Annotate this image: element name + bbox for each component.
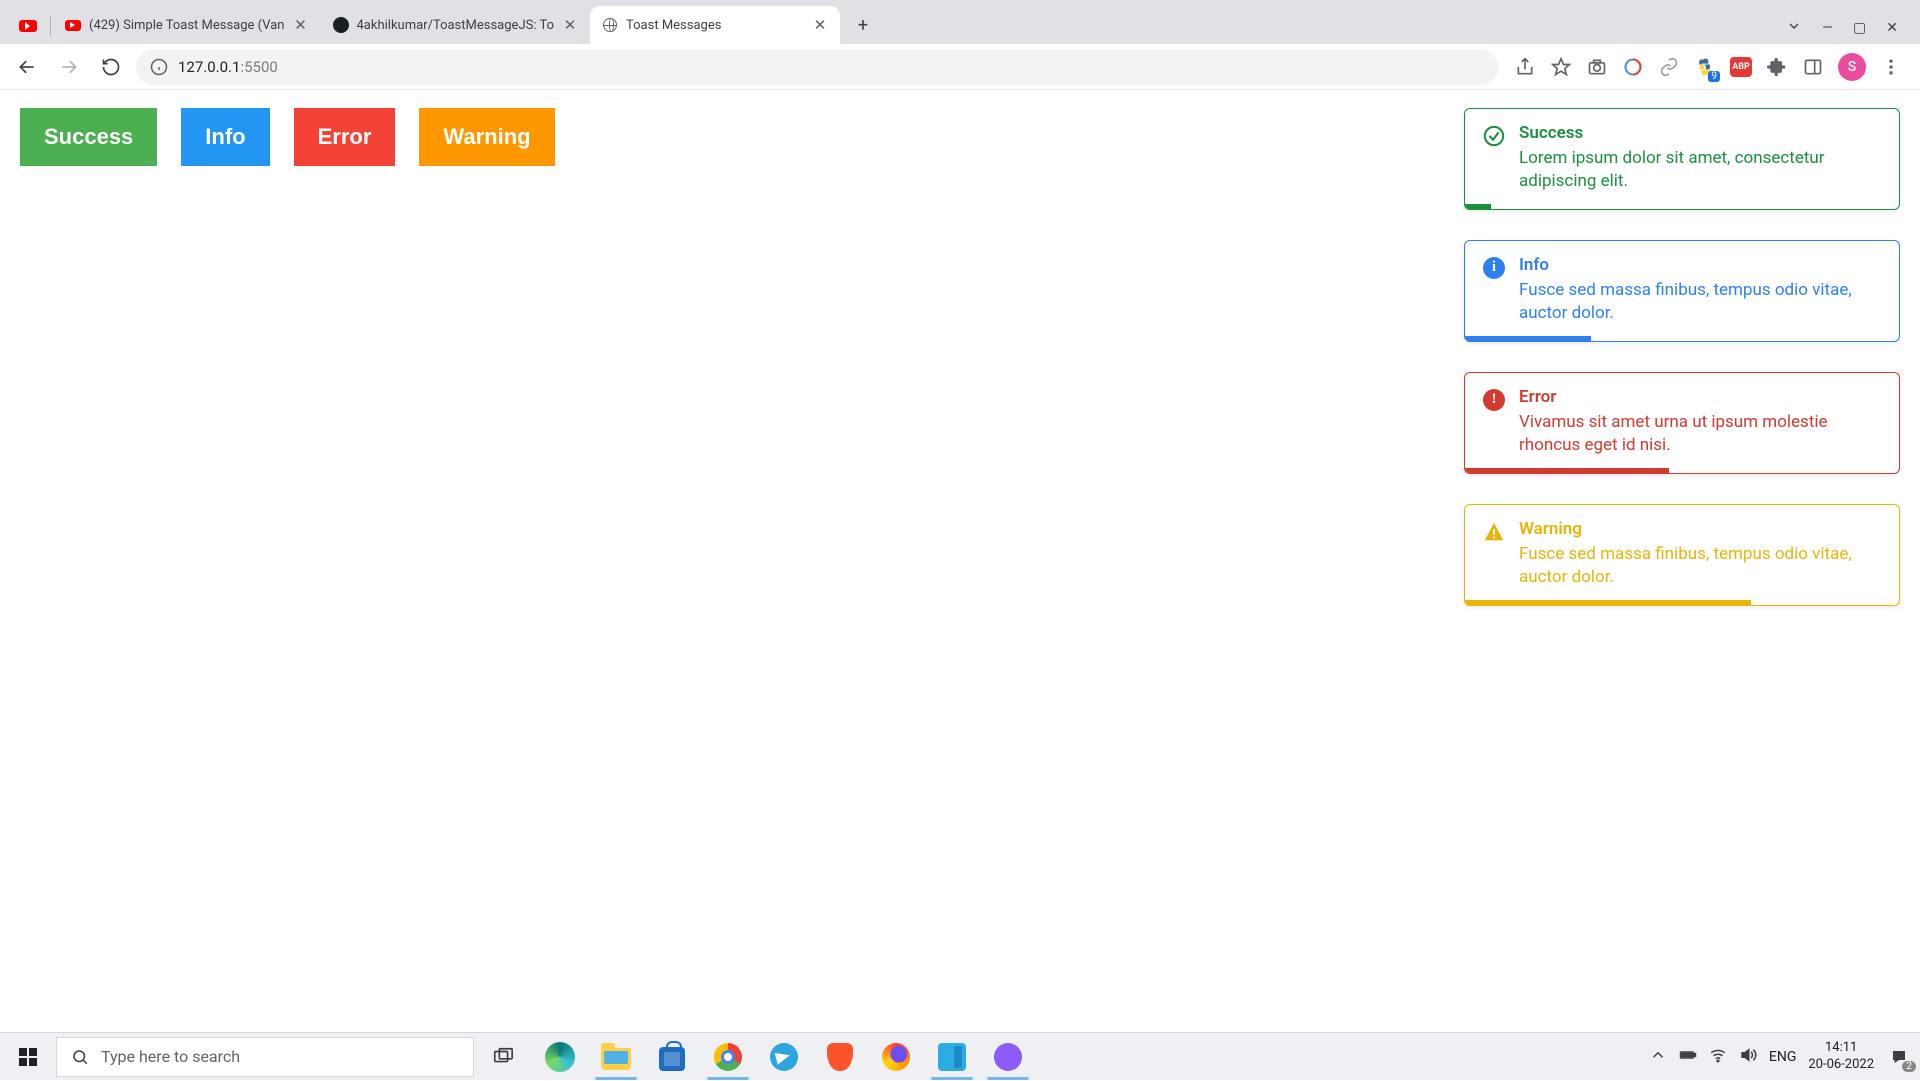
pinned-tab-youtube[interactable]: [8, 8, 48, 44]
toast-progress: [1465, 600, 1751, 605]
error-button[interactable]: Error: [294, 108, 396, 166]
toast-title: Warning: [1519, 519, 1881, 539]
app-brave[interactable]: [816, 1033, 864, 1081]
notification-badge: 2: [1902, 1061, 1916, 1072]
error-icon: !: [1483, 389, 1505, 411]
extension-tray: 9 ABP S: [1506, 53, 1910, 81]
toast-message: Lorem ipsum dolor sit amet, consecte­tur…: [1519, 147, 1881, 193]
toast-message: Vivamus sit amet urna ut ipsum mo­lestie…: [1519, 411, 1881, 457]
tab-github-toastmessagejs[interactable]: 4akhilkumar/ToastMessageJS: To ✕: [321, 6, 591, 44]
reload-button[interactable]: [94, 50, 128, 84]
clock[interactable]: 14:11 20-06-2022: [1808, 1040, 1874, 1073]
minimize-button[interactable]: —: [1822, 20, 1833, 36]
python-badge: 9: [1708, 71, 1720, 82]
extensions-icon[interactable]: [1766, 56, 1788, 78]
site-info-icon: [150, 58, 168, 76]
toast-error: ! Error Vivamus sit amet urna ut ipsum m…: [1464, 372, 1900, 474]
notifications-icon[interactable]: 2: [1886, 1044, 1912, 1070]
app-microsoft-store[interactable]: [648, 1033, 696, 1081]
task-view-button[interactable]: [480, 1033, 526, 1081]
toast-message: Fusce sed massa finibus, tempus odio vit…: [1519, 279, 1881, 325]
tab-strip: (429) Simple Toast Message (Van ✕ 4akhil…: [0, 0, 1920, 44]
camera-icon[interactable]: [1586, 56, 1608, 78]
taskbar-apps: [536, 1033, 1032, 1081]
url-text: 127.0.0.1:5500: [178, 58, 278, 76]
toast-progress: [1465, 336, 1591, 341]
system-tray: ENG 14:11 20-06-2022 2: [1649, 1040, 1920, 1073]
app-vscode[interactable]: [928, 1033, 976, 1081]
search-icon: [71, 1048, 89, 1066]
app-github-desktop[interactable]: [984, 1033, 1032, 1081]
browser-toolbar: 127.0.0.1:5500 9 ABP S: [0, 44, 1920, 90]
toast-title: Info: [1519, 255, 1881, 275]
toast-container: Success Lorem ipsum dolor sit amet, cons…: [1464, 108, 1900, 606]
tab-title: 4akhilkumar/ToastMessageJS: To: [357, 18, 555, 33]
address-bar[interactable]: 127.0.0.1:5500: [136, 49, 1498, 85]
language-indicator[interactable]: ENG: [1769, 1049, 1796, 1065]
side-panel-icon[interactable]: [1802, 56, 1824, 78]
new-tab-button[interactable]: +: [848, 10, 878, 40]
tab-toast-messages[interactable]: Toast Messages ✕: [590, 6, 840, 44]
ext-link-icon[interactable]: [1658, 56, 1680, 78]
tabs-dropdown-icon[interactable]: [1786, 18, 1802, 38]
profile-avatar[interactable]: S: [1838, 53, 1866, 81]
forward-button[interactable]: [52, 50, 86, 84]
app-edge[interactable]: [536, 1033, 584, 1081]
success-button[interactable]: Success: [20, 108, 157, 166]
wifi-icon[interactable]: [1709, 1046, 1727, 1068]
taskbar-search[interactable]: Type here to search: [56, 1037, 474, 1077]
back-button[interactable]: [10, 50, 44, 84]
app-telegram[interactable]: [760, 1033, 808, 1081]
tab-separator: [50, 16, 51, 36]
close-icon[interactable]: ✕: [562, 17, 578, 33]
abp-icon[interactable]: ABP: [1730, 56, 1752, 78]
github-icon: [333, 17, 349, 33]
warning-button[interactable]: Warning: [419, 108, 554, 166]
toast-progress: [1465, 468, 1669, 473]
start-button[interactable]: [0, 1033, 56, 1081]
app-firefox[interactable]: [872, 1033, 920, 1081]
app-chrome[interactable]: [704, 1033, 752, 1081]
globe-icon: [602, 17, 618, 33]
maximize-button[interactable]: ▢: [1853, 20, 1866, 36]
close-icon[interactable]: ✕: [812, 17, 828, 33]
close-icon[interactable]: ✕: [293, 17, 309, 33]
browser-chrome: (429) Simple Toast Message (Van ✕ 4akhil…: [0, 0, 1920, 90]
ext-circle-icon[interactable]: [1622, 56, 1644, 78]
search-placeholder: Type here to search: [101, 1047, 240, 1066]
tab-youtube-toast[interactable]: (429) Simple Toast Message (Van ✕: [53, 6, 321, 44]
info-button[interactable]: Info: [181, 108, 269, 166]
kebab-menu-icon[interactable]: [1880, 56, 1902, 78]
app-file-explorer[interactable]: [592, 1033, 640, 1081]
python-icon[interactable]: 9: [1694, 56, 1716, 78]
page-content: Success Info Error Warning Success Lorem…: [0, 90, 1920, 1032]
tab-title: Toast Messages: [626, 18, 804, 33]
toast-message: Fusce sed massa finibus, tempus odio vit…: [1519, 543, 1881, 589]
bookmark-star-icon[interactable]: [1550, 56, 1572, 78]
volume-icon[interactable]: [1739, 1046, 1757, 1068]
youtube-icon: [65, 17, 81, 33]
share-icon[interactable]: [1514, 56, 1536, 78]
warning-icon: [1483, 521, 1505, 543]
toast-title: Error: [1519, 387, 1881, 407]
check-circle-icon: [1483, 125, 1505, 147]
windows-taskbar: Type here to search ENG 14:11 20-06-2022…: [0, 1032, 1920, 1080]
date-text: 20-06-2022: [1808, 1057, 1874, 1073]
toast-title: Success: [1519, 123, 1881, 143]
time-text: 14:11: [1808, 1040, 1874, 1056]
toast-success: Success Lorem ipsum dolor sit amet, cons…: [1464, 108, 1900, 210]
toast-progress: [1465, 204, 1491, 209]
toast-warning: Warning Fusce sed massa finibus, tempus …: [1464, 504, 1900, 606]
toast-info: i Info Fusce sed massa finibus, tempus o…: [1464, 240, 1900, 342]
battery-icon[interactable]: [1679, 1046, 1697, 1068]
tab-title: (429) Simple Toast Message (Van: [89, 18, 285, 33]
youtube-icon: [19, 20, 37, 32]
info-icon: i: [1483, 257, 1505, 279]
chevron-up-icon[interactable]: [1649, 1046, 1667, 1068]
close-window-button[interactable]: ✕: [1886, 20, 1898, 36]
